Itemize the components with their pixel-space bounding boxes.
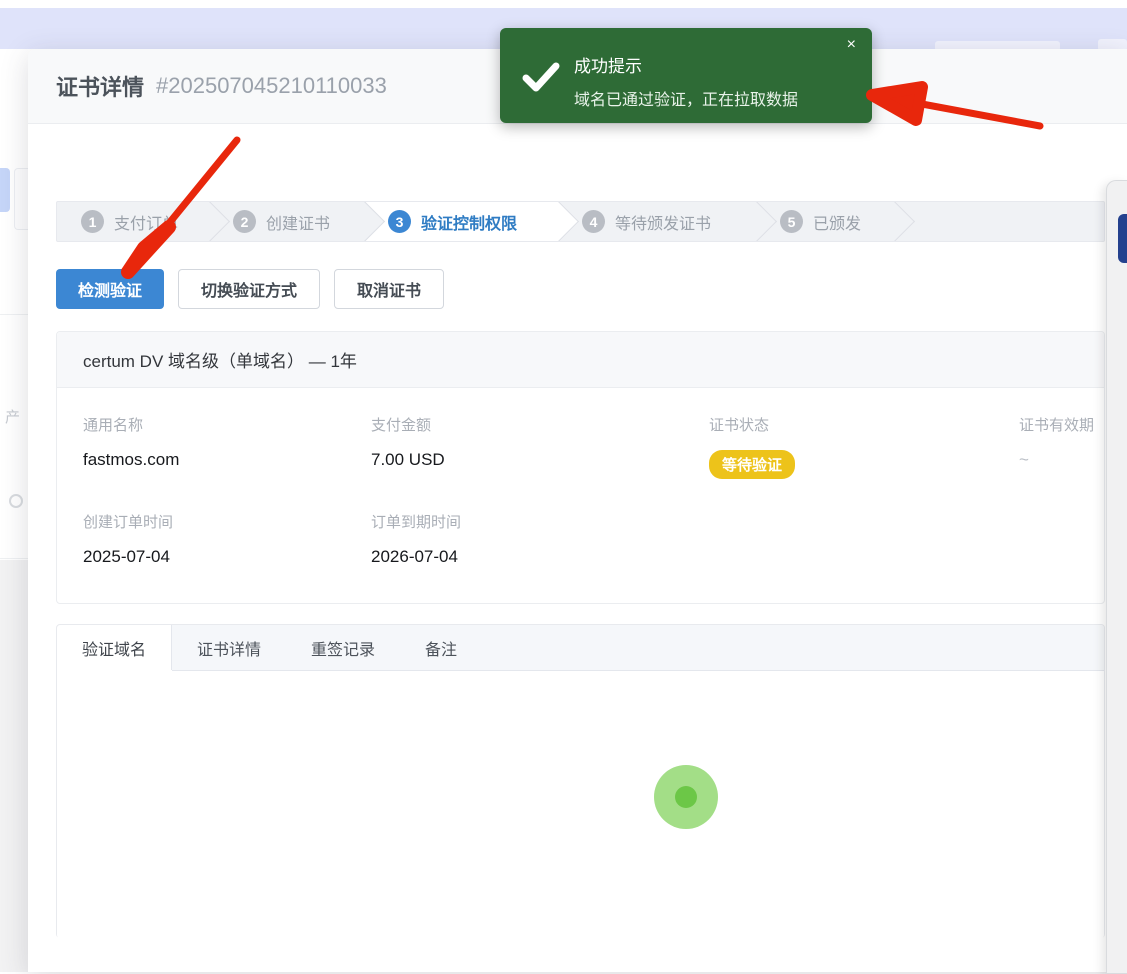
side-drawer-button-fragment[interactable] (1118, 214, 1127, 263)
step-number-badge: 4 (582, 210, 605, 233)
step-label: 验证控制权限 (421, 210, 517, 234)
background-search-icon (9, 494, 23, 508)
field-label: 通用名称 (83, 414, 371, 435)
step-filler (894, 202, 1104, 241)
loading-spinner-core (675, 786, 697, 808)
step-label: 等待颁发证书 (615, 210, 711, 234)
tab-verify-domain[interactable]: 验证域名 (57, 625, 172, 670)
field-cert-status: 证书状态 等待验证 (709, 414, 1019, 479)
status-badge: 等待验证 (709, 450, 795, 479)
field-label: 证书状态 (709, 414, 1019, 435)
step-number-badge: 1 (81, 210, 104, 233)
field-label: 订单到期时间 (371, 511, 709, 532)
background-page-fragment (0, 560, 28, 972)
action-buttons: 检测验证 切换验证方式 取消证书 (56, 269, 1105, 309)
step-label: 创建证书 (266, 210, 330, 234)
step-label: 支付订单 (114, 210, 178, 234)
field-order-created: 创建订单时间 2025-07-04 (83, 511, 371, 567)
tab-remarks[interactable]: 备注 (400, 625, 482, 670)
field-common-name: 通用名称 fastmos.com (83, 414, 371, 479)
product-info-card: certum DV 域名级（单域名） — 1年 通用名称 fastmos.com… (56, 331, 1105, 604)
success-toast: 成功提示 域名已通过验证，正在拉取数据 × (500, 28, 872, 123)
field-value: ~ (1019, 450, 1104, 470)
field-label: 创建订单时间 (83, 511, 371, 532)
field-label: 支付金额 (371, 414, 709, 435)
certificate-detail-modal: 证书详情 #202507045210110033 1 支付订单 2 创建证书 3… (28, 49, 1127, 972)
order-number: #202507045210110033 (156, 73, 387, 99)
step-number-badge: 2 (233, 210, 256, 233)
success-check-icon (522, 62, 560, 92)
product-name: certum DV 域名级（单域名） — 1年 (57, 332, 1104, 388)
background-divider (0, 558, 28, 559)
background-text-fragment: 产 (5, 406, 20, 427)
close-icon[interactable]: × (847, 37, 856, 53)
modal-title: 证书详情 (56, 70, 144, 102)
step-number-badge: 5 (780, 210, 803, 233)
step-pay-order: 1 支付订单 (57, 202, 209, 241)
step-number-badge: 3 (388, 210, 411, 233)
tab-resign-records[interactable]: 重签记录 (286, 625, 400, 670)
background-card-fragment (14, 168, 29, 230)
step-verify-control: 3 验证控制权限 (364, 202, 558, 241)
tab-content-loading (57, 671, 1104, 939)
tab-bar: 验证域名 证书详情 重签记录 备注 (57, 625, 1104, 671)
field-value: 2026-07-04 (371, 547, 709, 567)
toast-title: 成功提示 (574, 52, 642, 77)
loading-spinner-dot (654, 765, 718, 829)
side-drawer-fragment (1106, 180, 1127, 974)
step-wait-issue: 4 等待颁发证书 (558, 202, 756, 241)
step-label: 已颁发 (813, 210, 861, 234)
step-create-cert: 2 创建证书 (209, 202, 364, 241)
progress-steps: 1 支付订单 2 创建证书 3 验证控制权限 4 等待颁发证书 5 已颁发 (56, 201, 1105, 242)
background-divider (0, 314, 28, 315)
detail-tabs-card: 验证域名 证书详情 重签记录 备注 (56, 624, 1105, 938)
field-order-expires: 订单到期时间 2026-07-04 (371, 511, 709, 567)
cancel-certificate-button[interactable]: 取消证书 (334, 269, 444, 309)
field-label: 证书有效期 (1019, 414, 1104, 435)
field-value: 7.00 USD (371, 450, 709, 470)
background-menu-fragment (0, 168, 10, 212)
switch-validation-method-button[interactable]: 切换验证方式 (178, 269, 320, 309)
field-paid-amount: 支付金额 7.00 USD (371, 414, 709, 479)
tab-cert-detail[interactable]: 证书详情 (172, 625, 286, 670)
field-value: 2025-07-04 (83, 547, 371, 567)
field-value: fastmos.com (83, 450, 371, 470)
field-cert-validity: 证书有效期 ~ (1019, 414, 1104, 479)
check-validation-button[interactable]: 检测验证 (56, 269, 164, 309)
toast-message: 域名已通过验证，正在拉取数据 (574, 86, 798, 110)
